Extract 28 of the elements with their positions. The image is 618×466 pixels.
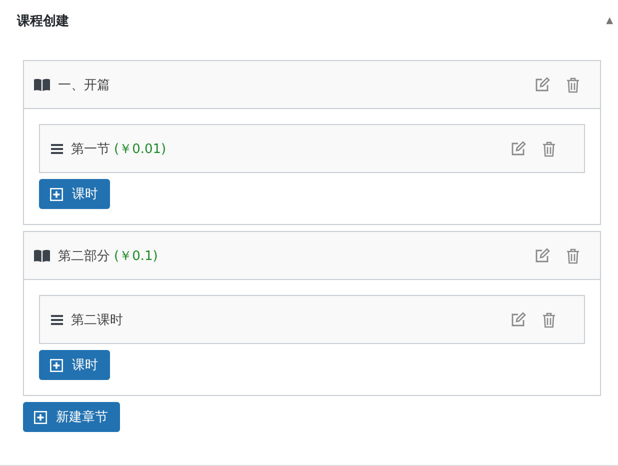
trash-icon[interactable] xyxy=(542,312,556,328)
drag-handle-icon[interactable] xyxy=(51,314,63,324)
add-chapter-button[interactable]: 新建章节 xyxy=(23,402,120,432)
collapse-toggle[interactable]: ▲ xyxy=(606,16,613,26)
book-icon xyxy=(34,78,50,91)
edit-icon[interactable] xyxy=(534,248,550,264)
lesson-price: (￥0.01) xyxy=(114,140,166,158)
lesson-row[interactable]: 第一节 (￥0.01) xyxy=(39,124,585,173)
lesson-title: 第二课时 xyxy=(71,312,123,328)
plus-square-icon xyxy=(50,188,63,200)
trash-icon[interactable] xyxy=(542,140,556,156)
lesson-title: 第一节 xyxy=(71,140,110,158)
edit-icon[interactable] xyxy=(510,140,526,156)
book-icon xyxy=(34,249,50,262)
chapter-price: (￥0.1) xyxy=(114,248,158,264)
chapter-title: 一、开篇 xyxy=(58,76,110,94)
add-lesson-button[interactable]: 课时 xyxy=(39,179,110,209)
lesson-row[interactable]: 第二课时 xyxy=(39,295,585,344)
trash-icon[interactable] xyxy=(566,76,580,92)
plus-square-icon xyxy=(34,410,47,424)
edit-icon[interactable] xyxy=(510,312,526,328)
trash-icon[interactable] xyxy=(566,248,580,264)
plus-square-icon xyxy=(50,358,63,372)
panel-title: 课程创建 xyxy=(17,12,69,30)
add-lesson-button[interactable]: 课时 xyxy=(39,350,110,380)
drag-handle-icon[interactable] xyxy=(51,144,63,154)
chapter-title: 第二部分 xyxy=(58,248,110,264)
edit-icon[interactable] xyxy=(534,76,550,92)
